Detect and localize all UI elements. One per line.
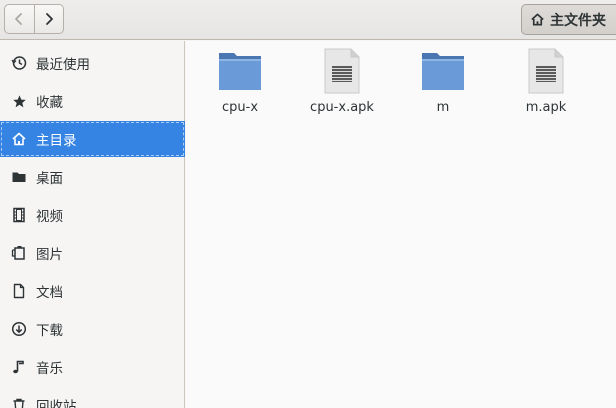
sidebar-item-home[interactable]: 主目录	[0, 121, 185, 157]
folder-icon	[419, 47, 467, 95]
video-icon	[11, 207, 27, 223]
folder-icon	[216, 47, 264, 95]
sidebar-item-label: 回收站	[36, 399, 77, 408]
sidebar-item-label: 视频	[36, 209, 63, 225]
path-bar-home-button[interactable]: 主文件夹	[521, 4, 616, 35]
sidebar-item-trash[interactable]: 回收站	[0, 387, 185, 408]
sidebar-item-label: 音乐	[36, 361, 63, 377]
sidebar-item-label: 文档	[36, 285, 63, 301]
document-icon	[11, 283, 27, 299]
file-name: m	[436, 100, 450, 115]
sidebar-item-pictures[interactable]: 图片	[0, 235, 185, 271]
path-bar-label: 主文件夹	[550, 12, 606, 29]
file-manager-window: 主文件夹 最近使用 收藏 主目录 桌面 视频 图片 文档 下载 音乐 回收站 c…	[0, 0, 616, 408]
home-icon	[531, 13, 544, 26]
folder-icon	[11, 169, 27, 185]
text-file-icon	[522, 47, 570, 95]
music-icon	[11, 359, 27, 375]
sidebar-item-label: 下载	[36, 323, 63, 339]
sidebar-item-label: 桌面	[36, 171, 63, 187]
chevron-right-icon	[46, 13, 53, 25]
sidebar: 最近使用 收藏 主目录 桌面 视频 图片 文档 下载 音乐 回收站	[0, 41, 185, 408]
sidebar-item-label: 主目录	[36, 133, 77, 149]
file-item-folder[interactable]: m	[393, 47, 493, 119]
star-icon	[11, 93, 27, 109]
chevron-left-icon	[15, 13, 23, 25]
navigation-buttons	[4, 4, 64, 34]
forward-button[interactable]	[33, 5, 63, 33]
trash-icon	[11, 397, 27, 408]
download-icon	[11, 321, 27, 337]
file-view: cpu-x cpu-x.apk m m.apk	[186, 41, 616, 408]
sidebar-item-videos[interactable]: 视频	[0, 197, 185, 233]
file-name: m.apk	[525, 100, 567, 115]
sidebar-item-downloads[interactable]: 下载	[0, 311, 185, 347]
file-item-document[interactable]: cpu-x.apk	[292, 47, 392, 119]
sidebar-item-label: 最近使用	[36, 57, 90, 73]
sidebar-item-desktop[interactable]: 桌面	[0, 159, 185, 195]
file-name: cpu-x	[221, 100, 259, 115]
image-icon	[11, 245, 27, 261]
recent-icon	[11, 55, 27, 71]
back-button[interactable]	[5, 5, 34, 33]
sidebar-item-documents[interactable]: 文档	[0, 273, 185, 309]
sidebar-item-label: 图片	[36, 247, 63, 263]
file-item-folder[interactable]: cpu-x	[190, 47, 290, 119]
file-name: cpu-x.apk	[310, 100, 374, 115]
file-item-document[interactable]: m.apk	[496, 47, 596, 119]
text-file-icon	[318, 47, 366, 95]
header-bar: 主文件夹	[0, 0, 616, 40]
sidebar-item-starred[interactable]: 收藏	[0, 83, 185, 119]
sidebar-item-music[interactable]: 音乐	[0, 349, 185, 385]
home-icon	[11, 131, 27, 147]
sidebar-item-label: 收藏	[36, 95, 63, 111]
sidebar-item-recent[interactable]: 最近使用	[0, 45, 185, 81]
